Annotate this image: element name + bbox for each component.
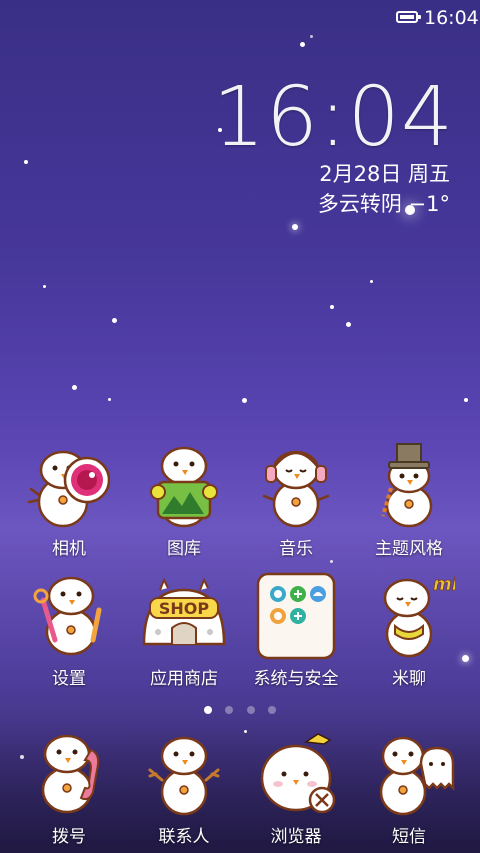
dock-browser[interactable]: 浏览器: [241, 728, 351, 847]
app-label: 短信: [392, 827, 426, 847]
clock-date: 2月28日 周五: [319, 162, 450, 186]
shop-snowman-icon: SHOP: [138, 570, 230, 662]
weather-text: 多云转阴 −1°: [317, 192, 450, 216]
contacts-snowman-icon: [138, 728, 230, 820]
app-label: 主题风格: [375, 539, 443, 559]
dock-dialer[interactable]: 拨号: [14, 728, 124, 847]
app-label: 应用商店: [150, 669, 218, 689]
status-bar: 16:04: [0, 0, 480, 36]
status-time: 16:04: [424, 7, 479, 29]
app-label: 系统与安全: [253, 669, 339, 689]
camera-snowman-icon: [23, 440, 115, 532]
app-theme[interactable]: 主题风格: [354, 440, 464, 559]
page-dot[interactable]: [204, 706, 213, 714]
app-music[interactable]: 音乐: [241, 440, 351, 559]
app-label: 图库: [167, 539, 201, 559]
music-snowman-icon: [250, 440, 342, 532]
page-dot[interactable]: [246, 706, 255, 714]
app-store[interactable]: SHOP 应用商店: [129, 570, 239, 689]
app-label: 相机: [52, 539, 86, 559]
app-gallery[interactable]: 图库: [129, 440, 239, 559]
app-miliao[interactable]: mi 米聊: [354, 570, 464, 689]
app-label: 拨号: [52, 827, 86, 847]
app-label: 音乐: [279, 539, 313, 559]
clock-time: 16:04: [212, 70, 454, 165]
app-label: 米聊: [392, 669, 426, 689]
folder-system-security[interactable]: 系统与安全: [241, 570, 351, 689]
shop-sign-text: SHOP: [159, 599, 210, 618]
miliao-snowman-icon: mi: [363, 570, 459, 662]
gallery-snowman-icon: [138, 440, 230, 532]
settings-snowman-icon: [23, 570, 115, 662]
mi-badge-text: mi: [433, 574, 455, 595]
app-label: 设置: [52, 669, 86, 689]
dock-sms[interactable]: 短信: [354, 728, 464, 847]
battery-full-icon: [396, 11, 421, 23]
app-label: 联系人: [158, 827, 210, 847]
sms-snowman-icon: [363, 728, 455, 820]
page-dot[interactable]: [267, 706, 276, 714]
page-dot[interactable]: [225, 706, 234, 714]
page-indicator[interactable]: [0, 699, 480, 718]
app-camera[interactable]: 相机: [14, 440, 124, 559]
dock-contacts[interactable]: 联系人: [129, 728, 239, 847]
app-label: 浏览器: [270, 827, 322, 847]
dialer-snowman-icon: [23, 728, 115, 820]
theme-snowman-icon: [363, 440, 455, 532]
browser-snowman-icon: [250, 728, 342, 820]
system-security-folder-icon: [250, 570, 342, 662]
app-settings[interactable]: 设置: [14, 570, 124, 689]
